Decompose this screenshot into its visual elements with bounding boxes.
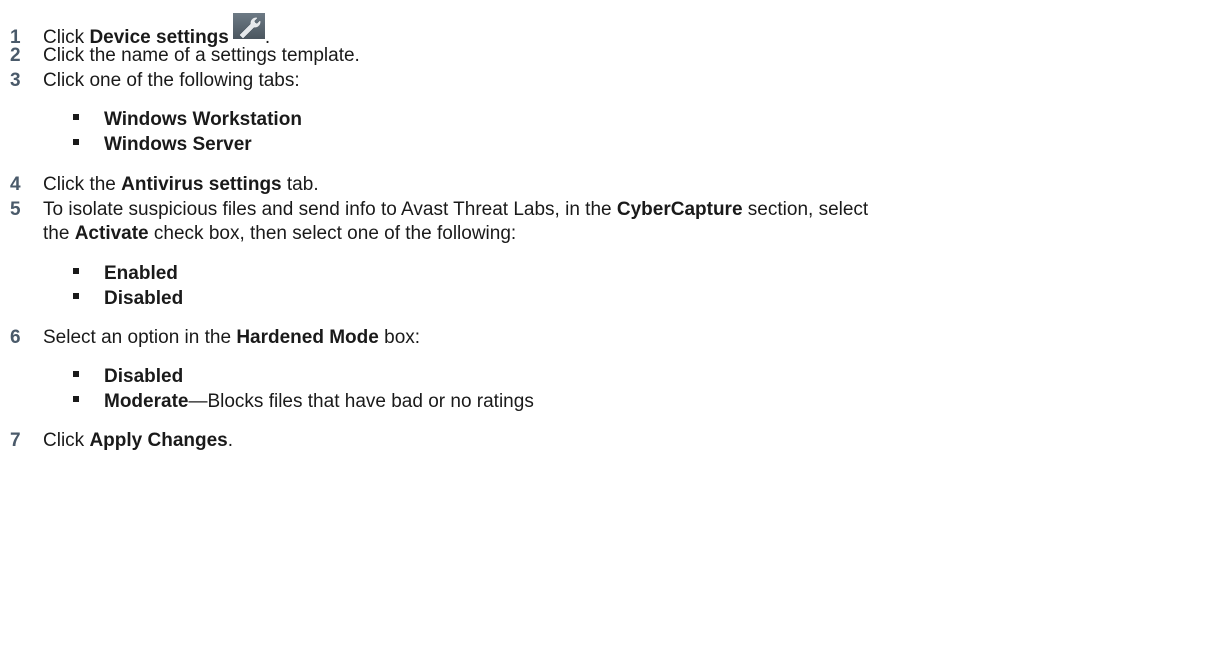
ui-term: CyberCapture: [616, 199, 743, 220]
step-text: Click the name of a settings template.: [43, 45, 360, 66]
step-2: 2 Click the name of a settings template.: [10, 43, 360, 69]
step-text: Select an option in the Hardened Mode bo…: [43, 327, 421, 348]
step-number: 7: [10, 430, 21, 451]
bullet-icon: [73, 395, 79, 402]
bullet-icon: [73, 292, 79, 299]
step-text: Click one of the following tabs:: [43, 70, 300, 91]
step-number: 2: [10, 45, 21, 66]
list-item: Disabled: [73, 286, 183, 312]
bullet-icon: [73, 113, 79, 120]
wrench-icon: [232, 13, 265, 39]
list-item: Disabled: [73, 364, 183, 390]
step-number: 3: [10, 70, 21, 91]
step-text: To isolate suspicious files and send inf…: [43, 199, 869, 220]
ui-term: Antivirus settings: [121, 174, 282, 195]
step-5-continuation: the Activate check box, then select one …: [43, 223, 517, 244]
instructions-document: 1 Click Device settings. 2 Click the name …: [0, 0, 1219, 649]
step-text: Click the Antivirus settings tab.: [43, 174, 319, 195]
step-4: 4 Click the Antivirus settings tab.: [10, 172, 319, 198]
ui-term: Hardened Mode: [236, 327, 379, 348]
list-item: Enabled: [73, 261, 178, 287]
ui-term: Apply Changes: [89, 430, 228, 451]
step-number: 5: [10, 199, 21, 220]
list-item: Windows Server: [73, 132, 252, 158]
step-number: 4: [10, 174, 21, 195]
list-item: Windows Workstation: [73, 107, 302, 133]
step-text: Click Apply Changes.: [43, 430, 234, 451]
step-7: 7 Click Apply Changes.: [10, 428, 233, 454]
bullet-icon: [73, 267, 79, 274]
list-item: Moderate—Blocks files that have bad or n…: [73, 389, 534, 415]
step-3: 3 Click one of the following tabs:: [10, 68, 300, 94]
bullet-icon: [73, 370, 79, 377]
ui-term: Activate: [74, 223, 149, 244]
step-6: 6 Select an option in the Hardened Mode b…: [10, 325, 420, 351]
step-number: 6: [10, 327, 21, 348]
bullet-icon: [73, 138, 79, 145]
step-5: 5 To isolate suspicious files and send in…: [10, 197, 868, 223]
